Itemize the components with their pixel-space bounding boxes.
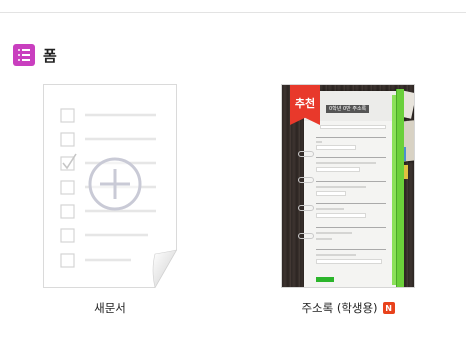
address-book-template-thumbnail: 0학년 0반 주소록 추천 — [281, 84, 415, 288]
new-document-label[interactable]: 새문서 — [43, 300, 177, 316]
address-book-template-label[interactable]: 주소록 (학생용) N — [281, 300, 415, 316]
top-divider — [0, 12, 466, 13]
address-book-template-label-text: 주소록 (학생용) — [301, 301, 378, 315]
template-submit-button-preview — [316, 277, 334, 282]
section-title: 폼 — [43, 46, 57, 65]
template-thumb-title: 0학년 0반 주소록 — [326, 105, 370, 113]
form-section-header: 폼 — [13, 44, 57, 66]
list-icon — [13, 44, 35, 66]
new-badge: N — [382, 302, 395, 314]
new-document-card[interactable] — [43, 84, 178, 289]
add-circle-icon — [88, 157, 142, 211]
new-document-label-text: 새문서 — [94, 301, 126, 315]
address-book-template-card[interactable]: 0학년 0반 주소록 추천 — [281, 84, 415, 288]
blank-document-thumbnail — [43, 84, 178, 289]
